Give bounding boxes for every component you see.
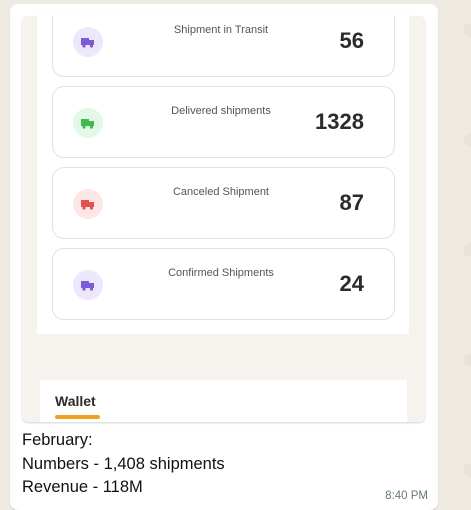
truck-icon bbox=[73, 189, 103, 219]
wallet-tab: Wallet bbox=[55, 393, 96, 409]
message-bubble[interactable]: Shipment in Transit 56 Delivered shipmen… bbox=[10, 4, 438, 510]
caption-line: February: bbox=[22, 431, 93, 449]
caption-line: Revenue - 118M bbox=[22, 478, 143, 496]
stat-label: Canceled Shipment bbox=[172, 186, 269, 198]
stat-value: 24 bbox=[339, 271, 364, 296]
stat-label: Delivered shipments bbox=[171, 105, 271, 117]
caption-line: Numbers - 1,408 shipments bbox=[22, 454, 225, 473]
truck-icon bbox=[73, 270, 103, 300]
stat-value: 56 bbox=[339, 28, 364, 53]
truck-icon bbox=[73, 27, 103, 57]
wallet-panel: Wallet bbox=[40, 380, 407, 422]
stat-label: Confirmed Shipments bbox=[168, 267, 274, 279]
stat-value: 87 bbox=[339, 190, 364, 215]
stat-value: 1328 bbox=[315, 109, 364, 134]
truck-icon bbox=[73, 108, 103, 138]
shipment-stats-panel: Shipment in Transit 56 Delivered shipmen… bbox=[37, 16, 409, 334]
stat-label: Shipment in Transit bbox=[173, 24, 269, 36]
stat-card-delivered: Delivered shipments 1328 bbox=[52, 86, 395, 158]
message-timestamp: 8:40 PM bbox=[385, 490, 428, 502]
stat-card-canceled: Canceled Shipment 87 bbox=[52, 167, 395, 239]
message-image[interactable]: Shipment in Transit 56 Delivered shipmen… bbox=[22, 16, 425, 422]
stat-card-in-transit: Shipment in Transit 56 bbox=[52, 16, 395, 77]
message-caption: February: Numbers - 1,408 shipments Reve… bbox=[22, 429, 225, 500]
wallet-tab-underline bbox=[55, 415, 100, 419]
stat-card-confirmed: Confirmed Shipments 24 bbox=[52, 248, 395, 320]
